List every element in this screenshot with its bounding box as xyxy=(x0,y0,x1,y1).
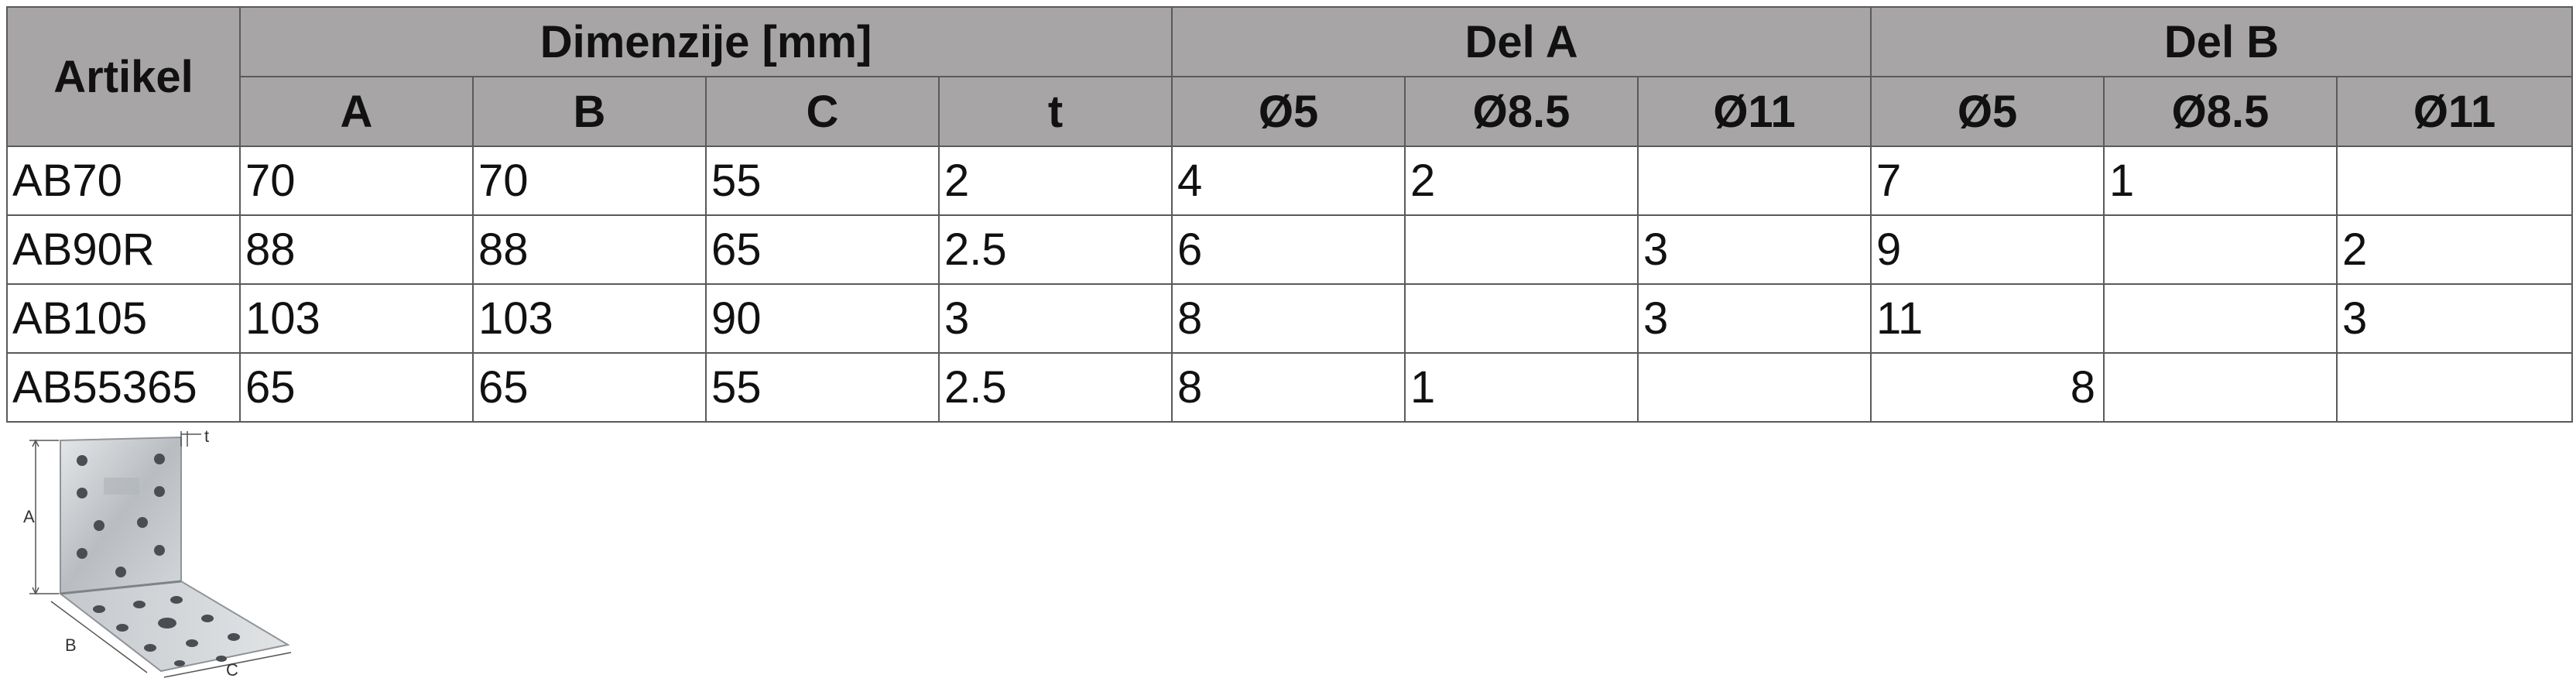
cell-a: 65 xyxy=(239,352,474,423)
cell-t: 2 xyxy=(937,146,1173,216)
header-col-b: B xyxy=(472,76,707,147)
header-col-del-a-d11: Ø11 xyxy=(1637,76,1872,147)
cell-del-a-d8-5 xyxy=(1404,283,1639,354)
cell-del-a-d5: 8 xyxy=(1171,352,1406,423)
cell-del-b-d11 xyxy=(2336,352,2574,423)
header-artikel: Artikel xyxy=(6,6,241,147)
cell-del-b-d11: 3 xyxy=(2336,283,2574,354)
cell-del-a-d8-5 xyxy=(1404,214,1639,285)
cell-b: 103 xyxy=(472,283,707,354)
cell-del-a-d11 xyxy=(1637,146,1872,216)
cell-del-a-d5: 8 xyxy=(1171,283,1406,354)
cell-artikel: AB105 xyxy=(6,283,241,354)
cell-del-b-d5: 9 xyxy=(1870,214,2105,285)
cell-del-b-d8-5 xyxy=(2103,352,2338,423)
cell-del-a-d11: 3 xyxy=(1637,214,1872,285)
header-col-c: C xyxy=(705,76,940,147)
table-row: AB90R 88 88 65 2.5 6 3 9 2 xyxy=(6,214,2574,285)
cell-del-a-d5: 4 xyxy=(1171,146,1406,216)
header-del-a: Del A xyxy=(1171,6,1872,77)
header-col-del-b-d5: Ø5 xyxy=(1870,76,2105,147)
angle-bracket-drawing: A B C t xyxy=(23,430,292,679)
cell-del-b-d11: 2 xyxy=(2336,214,2574,285)
cell-c: 55 xyxy=(705,146,940,216)
cell-t: 3 xyxy=(937,283,1173,354)
cell-artikel: AB55365 xyxy=(6,352,241,423)
cell-c: 90 xyxy=(705,283,940,354)
header-col-del-a-d8-5: Ø8.5 xyxy=(1404,76,1639,147)
cell-del-b-d8-5 xyxy=(2103,214,2338,285)
table-row: AB55365 65 65 55 2.5 8 1 8 xyxy=(6,352,2574,423)
cell-del-b-d8-5 xyxy=(2103,283,2338,354)
label-a: A xyxy=(23,507,35,526)
cell-del-a-d5: 6 xyxy=(1171,214,1406,285)
table-row: AB70 70 70 55 2 4 2 7 1 xyxy=(6,146,2574,216)
header-del-b: Del B xyxy=(1870,6,2574,77)
cell-a: 88 xyxy=(239,214,474,285)
header-col-del-b-d11: Ø11 xyxy=(2336,76,2574,147)
header-col-a: A xyxy=(239,76,474,147)
cell-del-b-d11 xyxy=(2336,146,2574,216)
cell-del-a-d8-5: 1 xyxy=(1404,352,1639,423)
specification-table: Artikel Dimenzije [mm] Del A Del B A B C… xyxy=(6,6,2574,423)
cell-artikel: AB90R xyxy=(6,214,241,285)
header-col-t: t xyxy=(937,76,1173,147)
cell-del-a-d11 xyxy=(1637,352,1872,423)
cell-b: 70 xyxy=(472,146,707,216)
cell-del-a-d8-5: 2 xyxy=(1404,146,1639,216)
cell-t: 2.5 xyxy=(937,352,1173,423)
cell-b: 88 xyxy=(472,214,707,285)
cell-a: 103 xyxy=(239,283,474,354)
header-col-del-b-d8-5: Ø8.5 xyxy=(2103,76,2338,147)
label-c: C xyxy=(226,660,238,679)
cell-del-a-d11: 3 xyxy=(1637,283,1872,354)
header-row-groups: Artikel Dimenzije [mm] Del A Del B xyxy=(6,6,2574,147)
label-t: t xyxy=(204,430,209,446)
table-row: AB105 103 103 90 3 8 3 11 3 xyxy=(6,283,2574,354)
cell-t: 2.5 xyxy=(937,214,1173,285)
cell-c: 65 xyxy=(705,214,940,285)
cell-a: 70 xyxy=(239,146,474,216)
cell-del-b-d5: 11 xyxy=(1870,283,2105,354)
header-row-columns: A B C t Ø5 Ø8.5 Ø11 Ø5 Ø8.5 Ø11 xyxy=(7,76,2574,147)
angle-bracket-figure: A B C t xyxy=(8,430,317,679)
cell-del-b-d8-5: 1 xyxy=(2103,146,2338,216)
cell-artikel: AB70 xyxy=(6,146,241,216)
label-b: B xyxy=(65,635,77,655)
dimension-t-line xyxy=(180,431,201,447)
cell-del-b-d5: 7 xyxy=(1870,146,2105,216)
cell-c: 55 xyxy=(705,352,940,423)
cell-del-b-d5: 8 xyxy=(1870,352,2105,423)
header-dimenzije: Dimenzije [mm] xyxy=(238,6,1173,77)
cell-b: 65 xyxy=(472,352,707,423)
header-col-del-a-d5: Ø5 xyxy=(1171,76,1406,147)
